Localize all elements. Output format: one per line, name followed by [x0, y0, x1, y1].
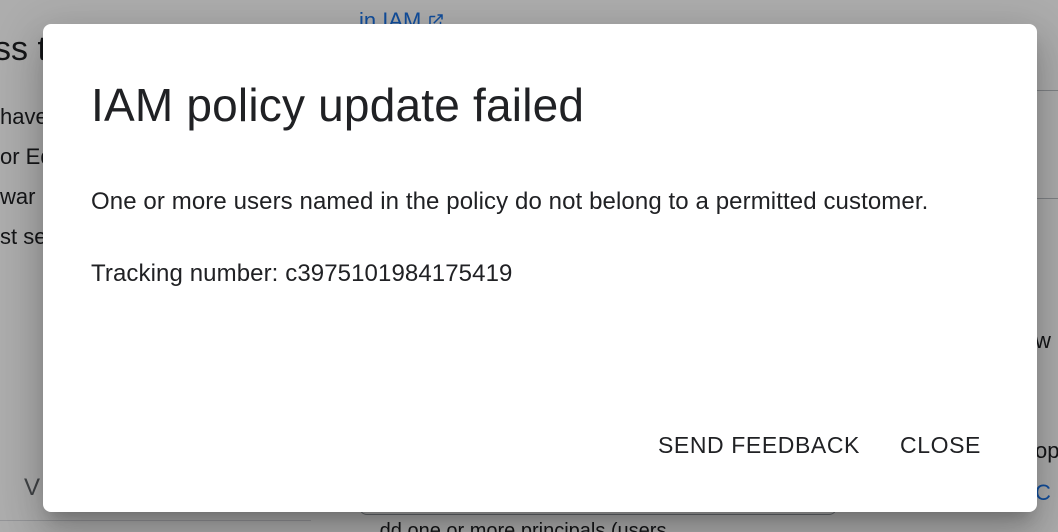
- dialog-actions: SEND FEEDBACK CLOSE: [646, 420, 993, 471]
- dialog-message: One or more users named in the policy do…: [91, 188, 929, 215]
- error-dialog: IAM policy update failed One or more use…: [43, 24, 1037, 512]
- dialog-title: IAM policy update failed: [91, 79, 585, 131]
- tracking-number: Tracking number: c3975101984175419: [91, 260, 513, 287]
- close-button[interactable]: CLOSE: [888, 420, 993, 471]
- send-feedback-button[interactable]: SEND FEEDBACK: [646, 420, 872, 471]
